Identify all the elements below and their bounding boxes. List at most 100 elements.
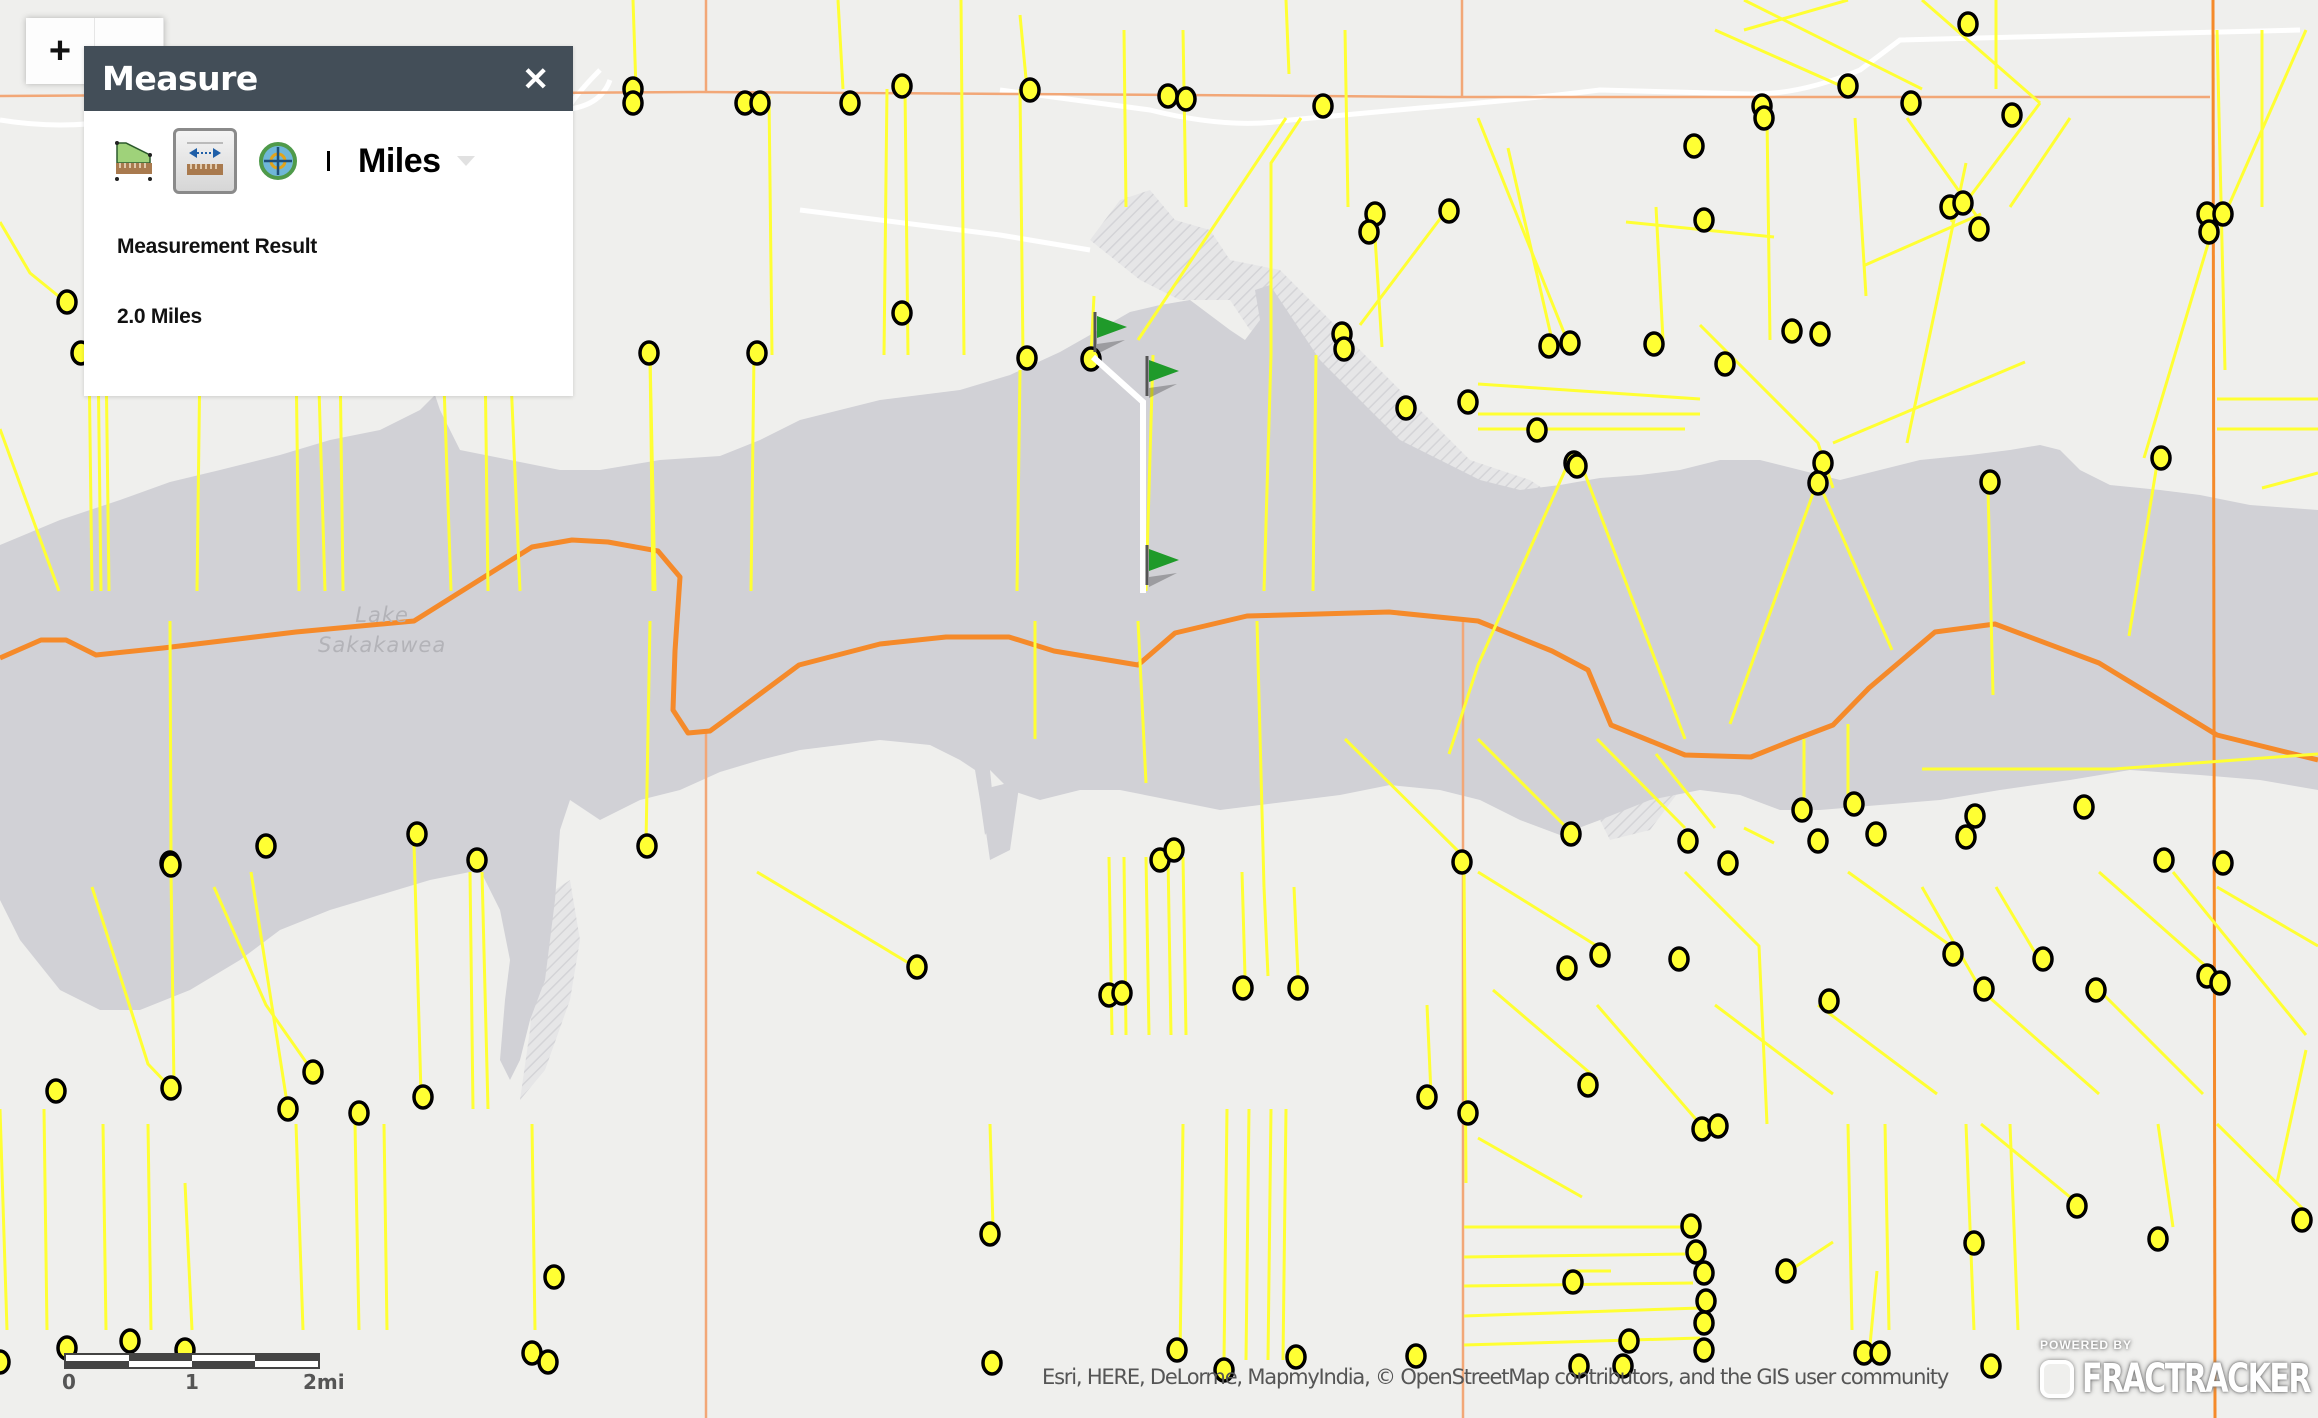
well-point[interactable] — [622, 90, 644, 116]
well-point[interactable] — [1683, 133, 1705, 159]
well-point[interactable] — [1942, 941, 1964, 967]
well-point[interactable] — [979, 1221, 1001, 1247]
well-point[interactable] — [56, 289, 78, 315]
well-point[interactable] — [1952, 190, 1974, 216]
well-point[interactable] — [1333, 336, 1355, 362]
well-point[interactable] — [1019, 77, 1041, 103]
well-point[interactable] — [1589, 942, 1611, 968]
area-tool-button[interactable] — [112, 139, 156, 183]
well-point[interactable] — [1707, 1113, 1729, 1139]
powered-by-logo[interactable]: POWERED BY FRACTRACKER — [2040, 1338, 2318, 1402]
well-point[interactable] — [1668, 946, 1690, 972]
well-point[interactable] — [1900, 90, 1922, 116]
well-point[interactable] — [1538, 333, 1560, 359]
well-point[interactable] — [277, 1096, 299, 1122]
well-point[interactable] — [1693, 1260, 1715, 1286]
well-point[interactable] — [2001, 102, 2023, 128]
well-point[interactable] — [160, 852, 182, 878]
well-point[interactable] — [1807, 470, 1829, 496]
well-point[interactable] — [45, 1078, 67, 1104]
well-point[interactable] — [406, 821, 428, 847]
well-point[interactable] — [636, 833, 658, 859]
well-point[interactable] — [0, 1349, 11, 1375]
well-point[interactable] — [1526, 417, 1548, 443]
well-point[interactable] — [1175, 86, 1197, 112]
well-point[interactable] — [1695, 1288, 1717, 1314]
well-point[interactable] — [2032, 946, 2054, 972]
well-point[interactable] — [1979, 469, 2001, 495]
well-point[interactable] — [2153, 847, 2175, 873]
well-point[interactable] — [1717, 850, 1739, 876]
well-point[interactable] — [1775, 1258, 1797, 1284]
well-point[interactable] — [1562, 1269, 1584, 1295]
well-point[interactable] — [1287, 975, 1309, 1001]
well-point[interactable] — [1693, 1310, 1715, 1336]
well-point[interactable] — [1791, 797, 1813, 823]
well-point[interactable] — [1818, 988, 1840, 1014]
well-point[interactable] — [1016, 345, 1038, 371]
well-point[interactable] — [1163, 837, 1185, 863]
well-point[interactable] — [412, 1084, 434, 1110]
well-point[interactable] — [906, 954, 928, 980]
well-point[interactable] — [2198, 219, 2220, 245]
well-point[interactable] — [1438, 198, 1460, 224]
distance-tool-button[interactable] — [173, 128, 237, 194]
well-point[interactable] — [537, 1349, 559, 1375]
well-point[interactable] — [1405, 1343, 1427, 1369]
well-point[interactable] — [2150, 445, 2172, 471]
well-point[interactable] — [1677, 828, 1699, 854]
well-point[interactable] — [1618, 1328, 1640, 1354]
well-point[interactable] — [302, 1059, 324, 1085]
well-point[interactable] — [1560, 821, 1582, 847]
unit-select[interactable]: Miles — [358, 142, 441, 181]
well-point[interactable] — [1312, 93, 1334, 119]
well-point[interactable] — [1559, 330, 1581, 356]
well-point[interactable] — [1358, 219, 1380, 245]
well-point[interactable] — [1781, 318, 1803, 344]
well-point[interactable] — [1451, 849, 1473, 875]
well-point[interactable] — [2212, 850, 2234, 876]
well-point[interactable] — [1968, 216, 1990, 242]
well-point[interactable] — [1963, 1230, 1985, 1256]
well-point[interactable] — [543, 1264, 565, 1290]
well-point[interactable] — [1416, 1084, 1438, 1110]
well-point[interactable] — [2066, 1193, 2088, 1219]
well-point[interactable] — [1566, 453, 1588, 479]
well-point[interactable] — [1680, 1213, 1702, 1239]
well-point[interactable] — [2073, 794, 2095, 820]
well-point[interactable] — [1980, 1353, 2002, 1379]
well-point[interactable] — [1232, 975, 1254, 1001]
well-point[interactable] — [1843, 791, 1865, 817]
well-point[interactable] — [1685, 1239, 1707, 1265]
well-point[interactable] — [1111, 980, 1133, 1006]
well-point[interactable] — [466, 847, 488, 873]
well-point[interactable] — [1809, 321, 1831, 347]
well-point[interactable] — [160, 1075, 182, 1101]
well-point[interactable] — [1643, 331, 1665, 357]
well-point[interactable] — [746, 340, 768, 366]
well-point[interactable] — [255, 833, 277, 859]
well-point[interactable] — [1865, 821, 1887, 847]
well-point[interactable] — [1457, 1100, 1479, 1126]
well-point[interactable] — [2212, 201, 2234, 227]
well-point[interactable] — [2209, 970, 2231, 996]
well-point[interactable] — [1753, 105, 1775, 131]
well-point[interactable] — [1964, 803, 1986, 829]
well-point[interactable] — [891, 300, 913, 326]
well-point[interactable] — [2291, 1207, 2313, 1233]
well-point[interactable] — [1457, 389, 1479, 415]
well-point[interactable] — [749, 90, 771, 116]
well-point[interactable] — [119, 1328, 141, 1354]
well-point[interactable] — [348, 1100, 370, 1126]
well-point[interactable] — [638, 340, 660, 366]
well-point[interactable] — [1693, 207, 1715, 233]
well-point[interactable] — [839, 90, 861, 116]
well-point[interactable] — [2085, 977, 2107, 1003]
well-point[interactable] — [1577, 1072, 1599, 1098]
well-point[interactable] — [1837, 73, 1859, 99]
well-point[interactable] — [1955, 824, 1977, 850]
well-point[interactable] — [1157, 83, 1179, 109]
close-button[interactable]: ✕ — [522, 63, 549, 95]
well-point[interactable] — [1693, 1337, 1715, 1363]
well-point[interactable] — [1869, 1340, 1891, 1366]
